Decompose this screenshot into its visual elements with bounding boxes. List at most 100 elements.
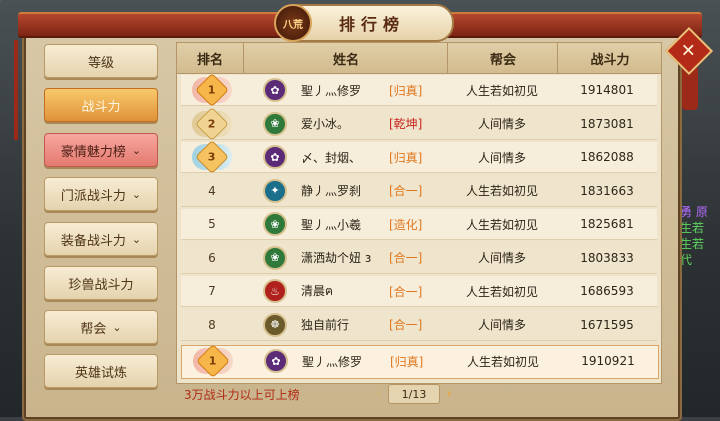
- player-name-cell[interactable]: ✦ 静丿灬罗刹 [合一]: [243, 176, 447, 206]
- player-name-cell[interactable]: ♨ 清晨ฅ [合一]: [243, 276, 447, 306]
- guild-cell: 人间情多: [477, 318, 526, 332]
- rank-cell: 1: [182, 344, 244, 378]
- title-emblem-icon: 八荒: [274, 4, 312, 42]
- prev-page-button[interactable]: ‹: [370, 386, 388, 402]
- sidebar-tab-label: 珍兽战斗力: [68, 277, 134, 293]
- rank-cell: 3: [181, 140, 243, 174]
- sect-emblem-icon: ✿: [263, 145, 287, 169]
- table-row[interactable]: 6 ❀ 潇洒劫个妞 з [合一] 人间情多 1803833: [181, 242, 657, 274]
- player-name-cell[interactable]: ✿ 聖丿灬修罗 [归真]: [244, 346, 448, 376]
- player-name-cell[interactable]: ❀ 聖丿灬小羲 [造化]: [243, 209, 447, 239]
- sidebar-tab-label: 帮会: [80, 321, 107, 337]
- rank-number: 8: [208, 317, 216, 332]
- rank-number: 2: [208, 117, 216, 130]
- rank-cell: 6: [181, 243, 243, 273]
- ranking-requirement-note: 3万战斗力以上可上榜: [184, 388, 300, 402]
- window-title: 排行榜: [338, 15, 405, 34]
- table-row[interactable]: 1 ✿ 聖丿灬修罗 [归真] 人生若如初见 1914801: [181, 73, 657, 107]
- sidebar-tab[interactable]: 豪情魅力榜 ⌄: [44, 133, 158, 167]
- table-row[interactable]: 7 ♨ 清晨ฅ [合一] 人生若如初见 1686593: [181, 276, 657, 307]
- header-rank: 排名: [196, 52, 223, 68]
- player-name-cell[interactable]: ❀ 潇洒劫个妞 з [合一]: [243, 243, 447, 273]
- sidebar-tab[interactable]: 珍兽战斗力: [44, 266, 158, 300]
- sidebar-tab-label: 等级: [87, 55, 114, 71]
- player-title-tag: [合一]: [389, 251, 423, 265]
- guild-cell: 人间情多: [477, 150, 526, 165]
- player-name: 聖丿灬修罗: [302, 354, 363, 369]
- player-name-cell[interactable]: ✿ 聖丿灬修罗 [归真]: [243, 75, 447, 105]
- sect-emblem-icon: ❀: [263, 212, 287, 236]
- power-cell: 1873081: [580, 116, 634, 131]
- player-name-cell[interactable]: ☸ 独自前行 [合一]: [243, 310, 447, 340]
- player-name: 聖丿灬小羲: [301, 217, 362, 232]
- sidebar-tab[interactable]: 帮会 ⌄: [44, 310, 158, 344]
- sidebar-tab-label: 英雄试炼: [74, 365, 127, 381]
- player-title-tag: [合一]: [389, 318, 423, 332]
- sidebar-tab[interactable]: 装备战斗力 ⌄: [44, 222, 158, 256]
- table-row[interactable]: 3 ✿ 〆、封烟、 [归真] 人间情多 1862088: [181, 140, 657, 174]
- player-title-tag: [乾坤]: [389, 117, 423, 131]
- header-power: 战斗力: [557, 43, 662, 73]
- guild-cell: 人间情多: [477, 117, 526, 131]
- rank-cell: 7: [181, 276, 243, 306]
- power-cell: 1825681: [580, 217, 634, 231]
- table-row[interactable]: 4 ✦ 静丿灬罗刹 [合一] 人生若如初见 1831663: [181, 175, 657, 207]
- chevron-down-icon: ⌄: [131, 143, 142, 157]
- rank-medal-icon: 1: [193, 344, 233, 378]
- rank-number: 7: [208, 284, 216, 298]
- sect-emblem-icon: ❀: [263, 245, 287, 270]
- player-title-tag: [归真]: [389, 150, 423, 165]
- chevron-down-icon: ⌄: [131, 232, 142, 246]
- table-row[interactable]: 5 ❀ 聖丿灬小羲 [造化] 人生若如初见 1825681: [181, 209, 657, 240]
- player-title-tag: [归真]: [389, 83, 423, 98]
- rank-number: 3: [208, 150, 216, 164]
- guild-cell: 人生若如初见: [465, 83, 538, 98]
- next-page-button[interactable]: ›: [440, 386, 458, 402]
- chevron-down-icon: ⌄: [112, 320, 122, 334]
- player-title-tag: [造化]: [389, 217, 423, 232]
- player-name-cell[interactable]: ❀ 爱小冰。 [乾坤]: [243, 109, 447, 139]
- sidebar-tab[interactable]: 战斗力: [44, 88, 158, 122]
- power-cell: 1671595: [580, 317, 634, 332]
- sidebar-tab-label: 战斗力: [81, 99, 121, 115]
- power-cell: 1914801: [580, 83, 634, 97]
- player-name: 〆、封烟、: [301, 150, 362, 165]
- my-rank-row: 1 ✿ 聖丿灬修罗 [归真] 人生若如初见 1910921: [181, 344, 659, 379]
- guild-cell: 人生若如初见: [465, 284, 538, 299]
- header-name: 姓名: [243, 43, 448, 73]
- table-row[interactable]: 8 ☸ 独自前行 [合一] 人间情多 1671595: [181, 309, 657, 341]
- sidebar-tab[interactable]: 门派战斗力 ⌄: [44, 177, 158, 211]
- rank-cell: 2: [181, 106, 243, 141]
- player-name: 爱小冰。: [301, 117, 350, 131]
- header-guild: 帮会: [447, 43, 558, 73]
- title-plaque: 八荒 排行榜: [274, 4, 454, 42]
- power-cell: 1831663: [580, 183, 634, 198]
- ranking-table: 排名 姓名 帮会 战斗力 1 ✿ 聖丿灬修罗 [归真] 人生若如初见 1914801 2 ❀ 爱…: [176, 42, 662, 384]
- rank-cell: 4: [181, 176, 243, 206]
- player-name-cell[interactable]: ✿ 〆、封烟、 [归真]: [243, 142, 447, 172]
- page-indicator: 1/13: [388, 384, 440, 404]
- rank-number: 6: [208, 250, 216, 265]
- sidebar-tab-label: 装备战斗力: [60, 233, 126, 249]
- rank-number: 4: [208, 183, 216, 198]
- player-title-tag: [合一]: [389, 284, 423, 299]
- table-row[interactable]: 2 ❀ 爱小冰。 [乾坤] 人间情多 1873081: [181, 106, 657, 141]
- guild-cell: 人生若如初见: [465, 217, 538, 232]
- guild-cell: 人间情多: [477, 251, 526, 265]
- sidebar-tab[interactable]: 英雄试炼: [44, 354, 158, 388]
- rank-number: 5: [208, 217, 216, 231]
- sect-emblem-icon: ✦: [263, 178, 287, 203]
- player-title-tag: [归真]: [390, 354, 424, 369]
- rank-cell: 5: [181, 209, 243, 239]
- guild-cell: 人生若如初见: [466, 354, 539, 369]
- rank-cell: 8: [181, 310, 243, 340]
- sidebar-tab[interactable]: 等级: [44, 44, 158, 78]
- rank-number: 1: [208, 83, 216, 97]
- player-name: 静丿灬罗刹: [301, 184, 362, 198]
- player-title-tag: [合一]: [389, 184, 423, 198]
- sect-emblem-icon: ✿: [264, 349, 288, 373]
- sect-emblem-icon: ♨: [263, 279, 287, 303]
- player-name: 清晨ฅ: [301, 283, 334, 298]
- power-cell: 1910921: [581, 354, 635, 368]
- table-header: 排名 姓名 帮会 战斗力: [177, 43, 661, 74]
